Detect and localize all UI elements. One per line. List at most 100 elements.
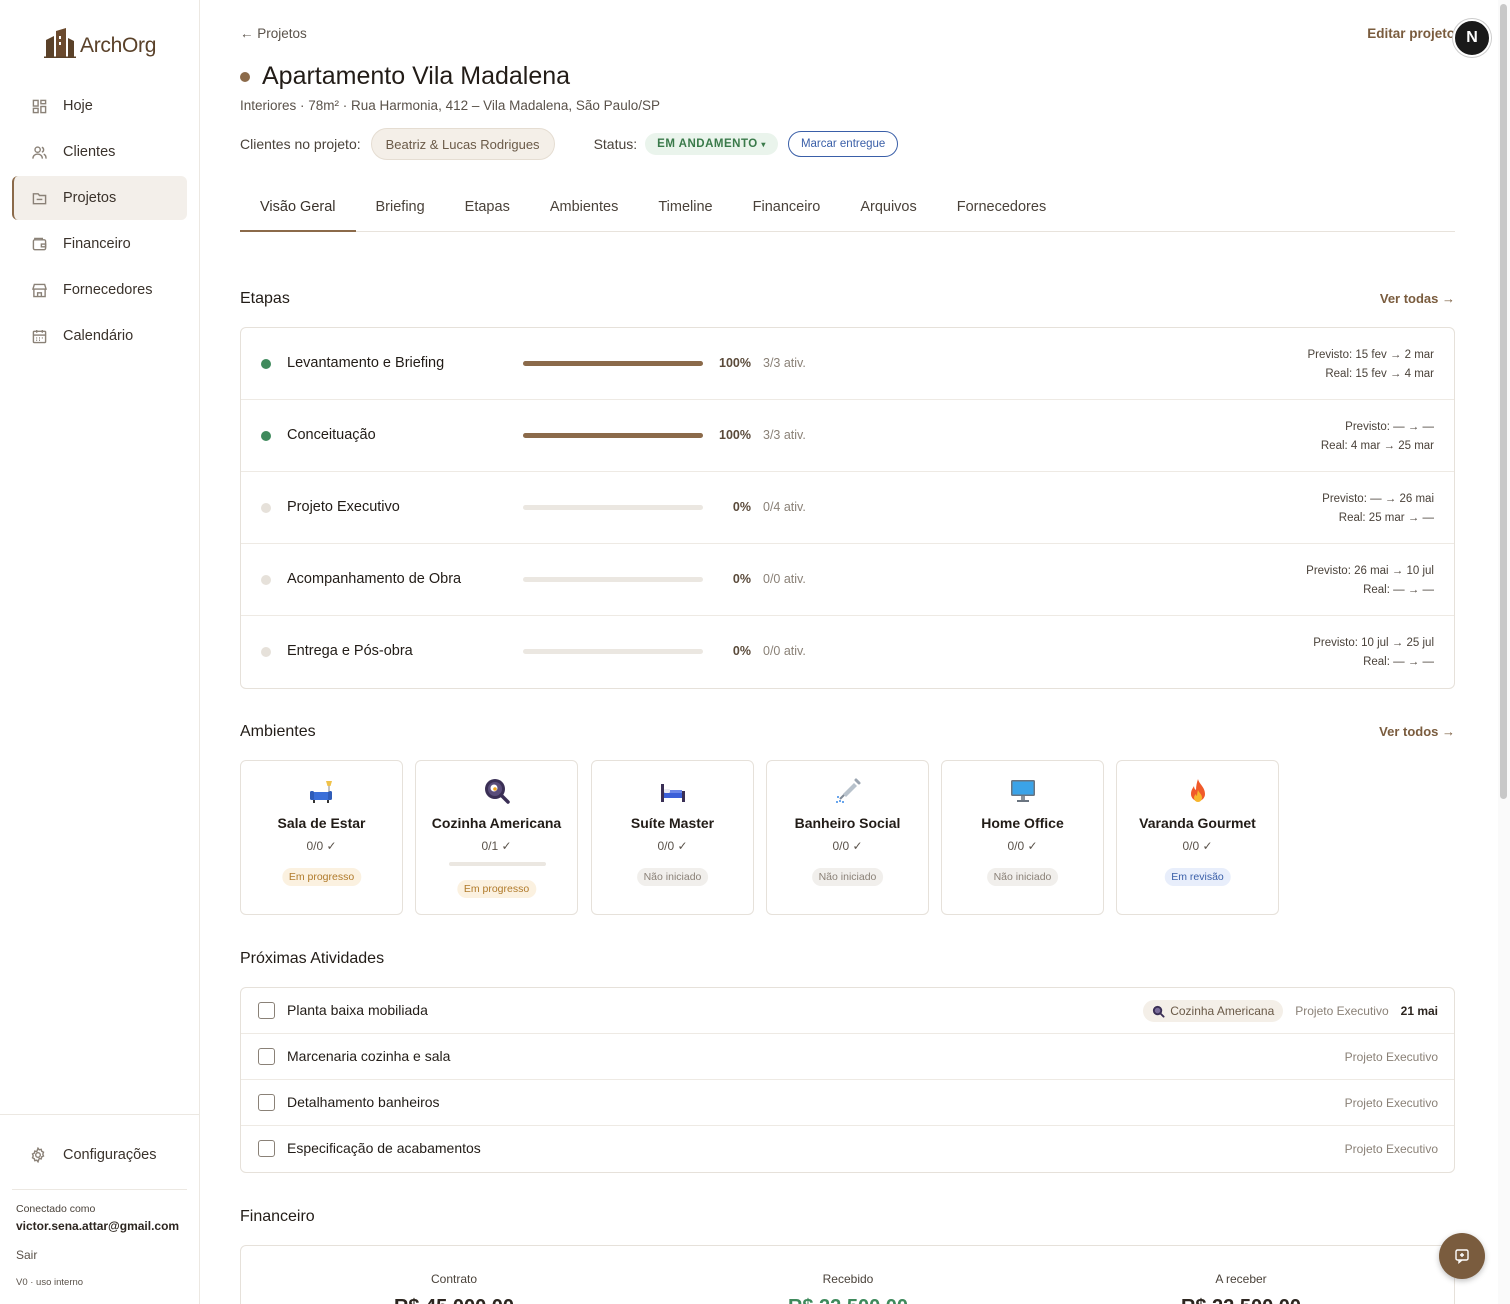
frying-pan-icon bbox=[1153, 1005, 1165, 1018]
task-stage: Projeto Executivo bbox=[1344, 1050, 1438, 1064]
tab-timeline[interactable]: Timeline bbox=[638, 186, 732, 232]
stage-row[interactable]: Entrega e Pós-obra 0% 0/0 ativ. Previsto… bbox=[241, 616, 1454, 688]
tab-visao-geral[interactable]: Visão Geral bbox=[240, 186, 356, 232]
settings-link[interactable]: Configurações bbox=[12, 1139, 187, 1171]
room-name: Home Office bbox=[981, 815, 1064, 831]
stage-actual: Real: 4 mar → 25 mar bbox=[1320, 440, 1434, 452]
stage-actual: Real: — → — bbox=[1363, 656, 1434, 668]
task-due-date: 21 mai bbox=[1400, 1004, 1438, 1018]
stage-progress-bar bbox=[523, 505, 703, 510]
client-chip[interactable]: Beatriz & Lucas Rodrigues bbox=[370, 128, 555, 160]
project-meta: Clientes no projeto: Beatriz & Lucas Rod… bbox=[240, 128, 899, 160]
stage-status-dot bbox=[261, 575, 271, 585]
sidebar-item-clientes[interactable]: Clientes bbox=[12, 130, 187, 174]
stage-activities: 0/4 ativ. bbox=[763, 500, 806, 514]
room-card[interactable]: Sala de Estar 0/0 ✓ Em progresso bbox=[240, 760, 403, 915]
sidebar-item-projetos[interactable]: Projetos bbox=[12, 176, 187, 220]
room-name: Varanda Gourmet bbox=[1139, 815, 1256, 831]
task-name: Detalhamento banheiros bbox=[287, 1094, 440, 1110]
sidebar-item-label: Clientes bbox=[63, 144, 116, 160]
stage-dates: Previsto: 26 mai → 10 jul Real: — → — bbox=[1306, 562, 1434, 600]
app-name: ArchOrg bbox=[80, 34, 157, 57]
room-status-badge: Não iniciado bbox=[986, 868, 1059, 886]
page-scrollbar[interactable] bbox=[1498, 0, 1510, 1304]
task-row[interactable]: Marcenaria cozinha e sala Projeto Execut… bbox=[241, 1034, 1454, 1080]
stage-percent: 0% bbox=[732, 644, 751, 658]
stage-activities: 3/3 ativ. bbox=[763, 428, 806, 442]
feedback-chat-button[interactable] bbox=[1439, 1233, 1485, 1279]
room-name: Cozinha Americana bbox=[431, 815, 562, 831]
task-checkbox[interactable] bbox=[258, 1002, 275, 1019]
gear-icon bbox=[31, 1147, 45, 1163]
stage-row[interactable]: Acompanhamento de Obra 0% 0/0 ativ. Prev… bbox=[241, 544, 1454, 616]
room-card[interactable]: Home Office 0/0 ✓ Não iniciado bbox=[941, 760, 1104, 915]
task-row[interactable]: Detalhamento banheiros Projeto Executivo bbox=[241, 1080, 1454, 1126]
stage-row[interactable]: Levantamento e Briefing 100% 3/3 ativ. P… bbox=[241, 328, 1454, 400]
task-checkbox[interactable] bbox=[258, 1048, 275, 1065]
room-count: 0/0 ✓ bbox=[657, 839, 688, 853]
stage-dates: Previsto: — → — Real: 4 mar → 25 mar bbox=[1321, 418, 1434, 456]
task-checkbox[interactable] bbox=[258, 1140, 275, 1157]
sofa-lamp-icon bbox=[241, 777, 402, 807]
sidebar-item-fornecedores[interactable]: Fornecedores bbox=[12, 268, 187, 312]
task-row[interactable]: Planta baixa mobiliada Cozinha Americana… bbox=[241, 988, 1454, 1034]
status-dropdown[interactable]: EM ANDAMENTO ▾ bbox=[645, 133, 778, 155]
tab-arquivos[interactable]: Arquivos bbox=[840, 186, 936, 232]
stage-dates: Previsto: 15 fev → 2 mar Real: 15 fev → 4… bbox=[1307, 346, 1434, 384]
settings-label: Configurações bbox=[63, 1147, 157, 1163]
mark-delivered-button[interactable]: Marcar entregue bbox=[787, 131, 899, 157]
see-all-stages-link[interactable]: Ver todas → bbox=[1380, 291, 1455, 306]
tab-financeiro[interactable]: Financeiro bbox=[733, 186, 841, 232]
room-status-badge: Não iniciado bbox=[636, 868, 709, 886]
task-row[interactable]: Especificação de acabamentos Projeto Exe… bbox=[241, 1126, 1454, 1172]
logout-link[interactable]: Sair bbox=[16, 1248, 37, 1262]
tab-briefing[interactable]: Briefing bbox=[356, 186, 445, 232]
task-meta: Cozinha Americana Projeto Executivo 21 m… bbox=[1143, 988, 1438, 1034]
stage-planned: Previsto: 15 fev → 2 mar bbox=[1307, 349, 1434, 361]
dashboard-icon bbox=[32, 99, 47, 113]
sidebar-item-financeiro[interactable]: Financeiro bbox=[12, 222, 187, 266]
page-title: Apartamento Vila Madalena bbox=[262, 62, 571, 90]
stage-progress-bar bbox=[523, 577, 703, 582]
task-room-chip[interactable]: Cozinha Americana bbox=[1143, 1000, 1284, 1022]
connected-as-label: Conectado como bbox=[16, 1203, 96, 1215]
room-count: 0/0 ✓ bbox=[1007, 839, 1038, 853]
stage-name: Entrega e Pós-obra bbox=[287, 643, 413, 659]
stage-percent: 0% bbox=[732, 500, 751, 514]
room-status-badge: Em progresso bbox=[456, 880, 537, 898]
received-value: R$ 22.500,00 bbox=[698, 1296, 998, 1304]
app-logo[interactable]: ArchOrg bbox=[44, 28, 156, 58]
room-card[interactable]: Cozinha Americana 0/1 ✓ Em progresso bbox=[415, 760, 578, 915]
sidebar-item-calendario[interactable]: Calendário bbox=[12, 314, 187, 358]
edit-project-link[interactable]: Editar projeto bbox=[1367, 26, 1455, 41]
task-meta: Projeto Executivo bbox=[1345, 1034, 1438, 1080]
stage-name: Levantamento e Briefing bbox=[287, 355, 445, 371]
chevron-down-icon: ▾ bbox=[761, 140, 766, 149]
user-avatar[interactable]: N bbox=[1453, 19, 1491, 57]
room-count: 0/0 ✓ bbox=[832, 839, 863, 853]
stage-row[interactable]: Projeto Executivo 0% 0/4 ativ. Previsto:… bbox=[241, 472, 1454, 544]
scrollbar-thumb[interactable] bbox=[1500, 4, 1507, 799]
stage-progress-bar bbox=[523, 361, 703, 366]
room-card[interactable]: Banheiro Social 0/0 ✓ Não iniciado bbox=[766, 760, 929, 915]
stage-percent: 0% bbox=[732, 572, 751, 586]
project-tabs: Visão Geral Briefing Etapas Ambientes Ti… bbox=[240, 186, 1455, 232]
sidebar-item-hoje[interactable]: Hoje bbox=[12, 84, 187, 128]
tab-ambientes[interactable]: Ambientes bbox=[530, 186, 639, 232]
room-card[interactable]: Varanda Gourmet 0/0 ✓ Em revisão bbox=[1116, 760, 1279, 915]
stage-progress-fill bbox=[523, 433, 703, 438]
tab-etapas[interactable]: Etapas bbox=[445, 186, 530, 232]
room-card[interactable]: Suíte Master 0/0 ✓ Não iniciado bbox=[591, 760, 754, 915]
stage-activities: 3/3 ativ. bbox=[763, 356, 806, 370]
see-all-rooms-link[interactable]: Ver todos → bbox=[1379, 724, 1455, 739]
sidebar-item-label: Financeiro bbox=[63, 236, 131, 252]
stage-progress-fill bbox=[523, 361, 703, 366]
back-to-projects-link[interactable]: ← Projetos bbox=[240, 26, 307, 41]
task-checkbox[interactable] bbox=[258, 1094, 275, 1111]
tab-fornecedores[interactable]: Fornecedores bbox=[937, 186, 1066, 232]
room-count: 0/0 ✓ bbox=[306, 839, 337, 853]
stage-planned: Previsto: — → 26 mai bbox=[1322, 493, 1434, 505]
stage-row[interactable]: Conceituação 100% 3/3 ativ. Previsto: — … bbox=[241, 400, 1454, 472]
finance-section-title: Financeiro bbox=[240, 1208, 315, 1225]
stage-status-dot bbox=[261, 359, 271, 369]
